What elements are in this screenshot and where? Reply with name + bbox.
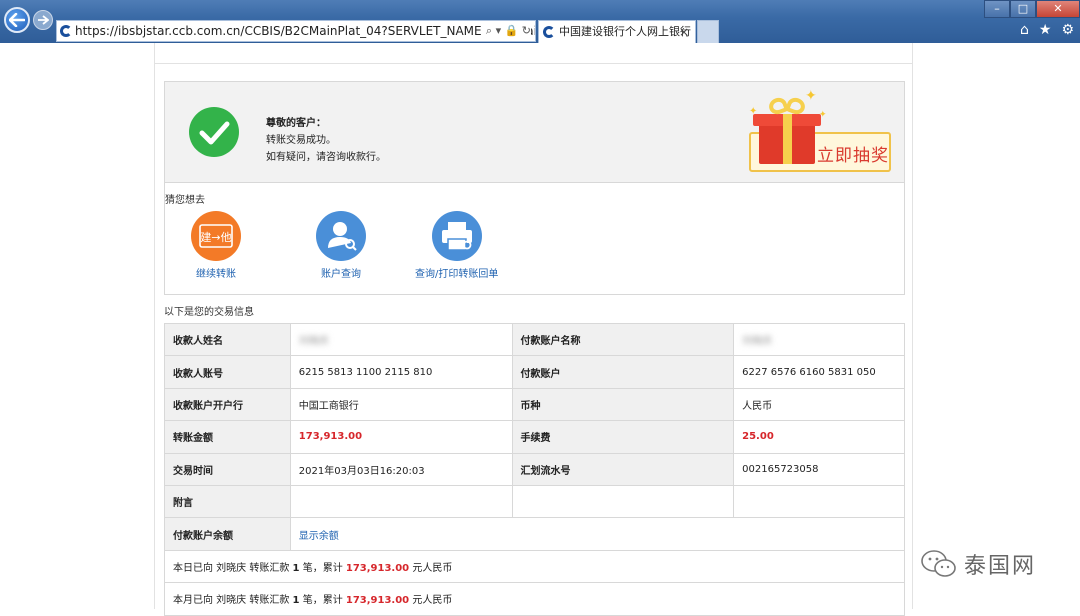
empty-cell	[511, 484, 735, 519]
fee-label: 手续费	[511, 420, 735, 454]
arrow-right-icon	[38, 15, 49, 25]
amount-value: 173,913.00	[289, 420, 513, 454]
transfer-icon-text: 建→他	[200, 230, 231, 244]
account-query-link[interactable]: 账户查询	[316, 211, 366, 280]
balance-label: 付款账户余额	[164, 517, 291, 551]
table-row: 转账金额 173,913.00 手续费 25.00	[164, 420, 905, 454]
close-window-button[interactable]: ✕	[1036, 0, 1080, 18]
lottery-button[interactable]: 立即抽奖 ✦ ✦ ✦	[749, 88, 895, 176]
payee-account-value: 6215 5813 1100 2115 810	[289, 355, 513, 389]
print-receipt-link[interactable]: 查询/打印转账回单	[415, 211, 498, 280]
printer-icon	[431, 211, 482, 261]
person-search-icon	[316, 211, 366, 261]
gift-ribbon-icon	[783, 114, 792, 164]
success-message: 尊敬的客户： 转账交易成功。 如有疑问，请咨询收款行。	[266, 115, 386, 166]
payee-account-label: 收款人账号	[164, 355, 291, 389]
show-balance-link[interactable]: 显示余额	[289, 517, 906, 551]
print-receipt-label: 查询/打印转账回单	[415, 269, 499, 280]
forward-button[interactable]	[33, 10, 53, 30]
maximize-button[interactable]: □	[1010, 0, 1036, 18]
tab-title: 中国建设银行个人网上银行	[559, 25, 691, 38]
payer-account-label: 付款账户	[511, 355, 735, 389]
serial-label: 汇划流水号	[511, 452, 735, 486]
ccb-favicon-icon	[60, 25, 72, 37]
back-button[interactable]	[4, 7, 30, 33]
payee-name-label: 收款人姓名	[164, 322, 291, 357]
top-divider	[155, 63, 912, 64]
payee-bank-label: 收款账户开户行	[164, 387, 291, 422]
memo-value	[289, 484, 513, 519]
sparkle-icon: ✦	[805, 88, 817, 104]
table-row: 附言	[164, 484, 905, 519]
settings-gear-icon[interactable]: ⚙	[1061, 22, 1074, 38]
wechat-logo-icon	[920, 549, 958, 579]
success-line-2: 如有疑问，请咨询收款行。	[266, 152, 386, 163]
watermark: 泰国网	[920, 548, 1036, 580]
payee-bank-value: 中国工商银行	[289, 387, 513, 422]
table-row: 本日已向 刘晓庆 转账汇款 1 笔，累计 173,913.00 元人民币	[164, 549, 905, 584]
window-controls: – □ ✕	[984, 0, 1080, 18]
address-url: https://ibsbjstar.ccb.com.cn/CCBIS/B2CMa…	[75, 24, 536, 38]
ccb-favicon-icon	[543, 26, 555, 38]
home-icon[interactable]: ⌂	[1020, 22, 1029, 38]
sparkle-icon: ✦	[749, 106, 758, 117]
suggestions-panel: 猜您想去 建→他 继续转账 账户查询 查询/打印转账回单	[164, 183, 905, 295]
time-label: 交易时间	[164, 452, 291, 486]
browser-chrome: https://ibsbjstar.ccb.com.cn/CCBIS/B2CMa…	[0, 0, 1080, 43]
currency-value: 人民币	[733, 387, 905, 422]
minimize-button[interactable]: –	[984, 0, 1010, 18]
address-tools-icon[interactable]: ⌕ ▾ 🔒 ↻	[481, 21, 531, 41]
table-row: 收款人姓名 刘晓庆 付款账户名称 刘晓庆	[164, 322, 905, 357]
memo-label: 附言	[164, 484, 291, 519]
transaction-info-title: 以下是您的交易信息	[164, 307, 254, 318]
table-row: 收款账户开户行 中国工商银行 币种 人民币	[164, 387, 905, 422]
suggestions-title: 猜您想去	[165, 195, 205, 206]
transfer-icon: 建→他	[191, 211, 241, 261]
transaction-info-table: 收款人姓名 刘晓庆 付款账户名称 刘晓庆 收款人账号 6215 5813 110…	[164, 322, 906, 616]
success-check-icon	[189, 107, 239, 157]
account-query-label: 账户查询	[321, 269, 361, 280]
new-tab-button[interactable]	[697, 20, 719, 43]
amount-label: 转账金额	[164, 420, 291, 454]
continue-transfer-label: 继续转账	[196, 269, 236, 280]
browser-tab-active[interactable]: 中国建设银行个人网上银行 ×	[538, 20, 696, 43]
table-row: 交易时间 2021年03月03日16:20:03 汇划流水号 002165723…	[164, 452, 905, 486]
continue-transfer-link[interactable]: 建→他 继续转账	[191, 211, 241, 280]
monthly-summary: 本月已向 刘晓庆 转账汇款 1 笔，累计 173,913.00 元人民币	[164, 582, 905, 616]
watermark-text: 泰国网	[964, 554, 1037, 579]
greeting-text: 尊敬的客户：	[266, 118, 326, 129]
table-row: 本月已向 刘晓庆 转账汇款 1 笔，累计 173,913.00 元人民币	[164, 582, 905, 616]
content-shell: 尊敬的客户： 转账交易成功。 如有疑问，请咨询收款行。 立即抽奖 ✦ ✦ ✦ 猜…	[154, 43, 913, 616]
arrow-left-icon	[9, 13, 25, 27]
tab-close-icon[interactable]: ×	[679, 21, 689, 43]
empty-cell	[733, 484, 905, 519]
time-value: 2021年03月03日16:20:03	[289, 452, 513, 486]
page-content: 尊敬的客户： 转账交易成功。 如有疑问，请咨询收款行。 立即抽奖 ✦ ✦ ✦ 猜…	[0, 43, 1080, 616]
payer-account-value: 6227 6576 6160 5831 050	[733, 355, 905, 389]
payee-name-value: 刘晓庆	[289, 322, 513, 357]
serial-value: 002165723058	[733, 452, 905, 486]
currency-label: 币种	[511, 387, 735, 422]
table-row: 付款账户余额 显示余额	[164, 517, 906, 551]
address-bar[interactable]: https://ibsbjstar.ccb.com.cn/CCBIS/B2CMa…	[56, 20, 536, 42]
browser-toolbar-icons: ⌂ ★ ⚙	[1020, 22, 1074, 38]
daily-summary: 本日已向 刘晓庆 转账汇款 1 笔，累计 173,913.00 元人民币	[164, 549, 905, 584]
success-line-1: 转账交易成功。	[266, 135, 336, 146]
favorites-star-icon[interactable]: ★	[1039, 22, 1052, 38]
lottery-button-text: 立即抽奖	[817, 146, 889, 166]
sparkle-icon: ✦	[819, 110, 827, 120]
table-row: 收款人账号 6215 5813 1100 2115 810 付款账户 6227 …	[164, 355, 905, 389]
payer-name-value: 刘晓庆	[733, 322, 905, 357]
success-panel: 尊敬的客户： 转账交易成功。 如有疑问，请咨询收款行。 立即抽奖 ✦ ✦ ✦	[164, 81, 905, 183]
fee-value: 25.00	[733, 420, 905, 454]
payer-name-label: 付款账户名称	[511, 322, 735, 357]
